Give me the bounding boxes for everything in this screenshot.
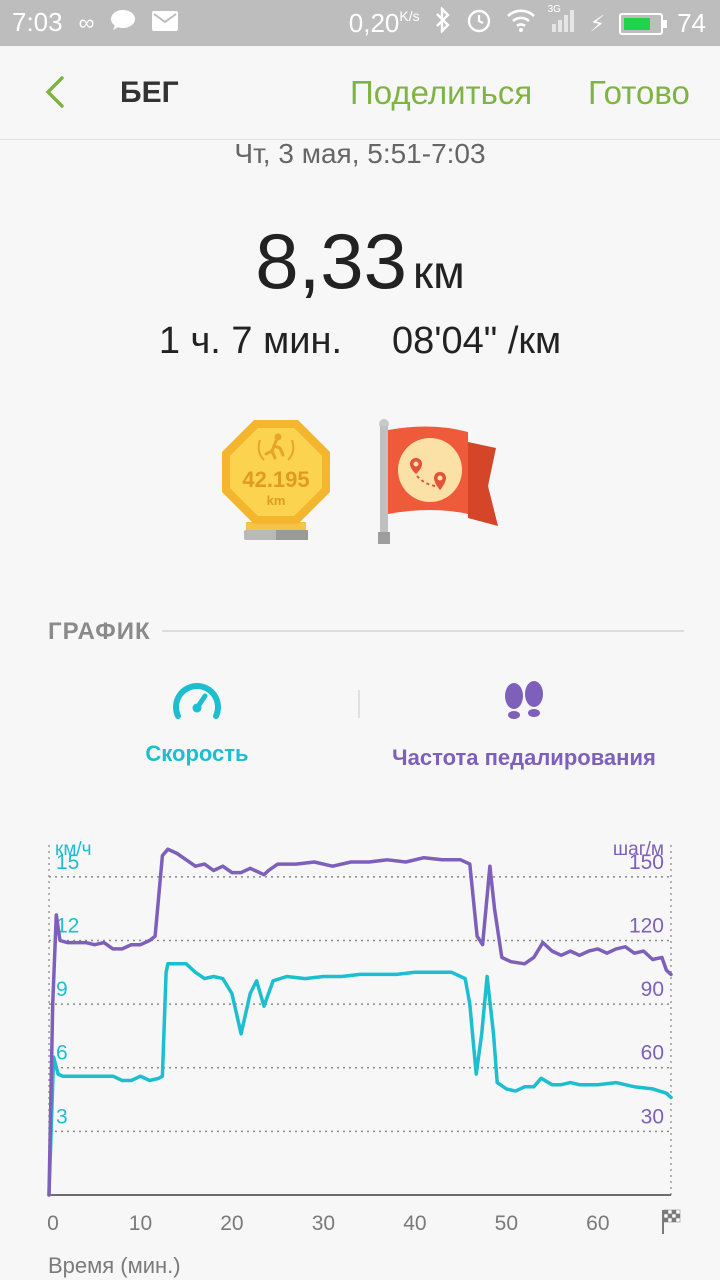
x-tick-label: 60 [586,1212,609,1235]
tab-divider [358,690,360,718]
app-bar: БЕГ Поделиться Готово [0,46,720,140]
cell-signal-icon: 3G [548,4,576,39]
x-tick-label: 10 [129,1212,152,1235]
chevron-left-icon [45,76,64,108]
distance: 8,33 км [0,216,720,307]
battery-level: 74 [677,8,706,38]
page-title: БЕГ [120,76,179,109]
chart-svg: 3691215306090120150км/ч шаг/м0 10 20 30 40 50 6… [47,839,681,1278]
graph-section-label: ГРАФИК [48,618,151,645]
y-left-tick-label: 6 [56,1042,68,1065]
y-left-tick-label: 9 [56,978,68,1001]
speed-series-line [47,962,673,1197]
x-axis-title: Время (мин.) [48,1253,181,1278]
pace: 08'04" /км [392,320,562,362]
alarm-clock-icon [466,7,492,40]
marathon-badge[interactable]: 42.195 km [220,418,332,546]
duration: 1 ч. 7 мин. [158,320,343,362]
finish-flag-icon [662,1209,681,1234]
footprints-icon [505,681,543,719]
share-button[interactable]: Поделиться [350,74,532,112]
status-time: 7:03 [12,7,63,37]
route-flag-badge[interactable] [372,414,502,548]
x-tick-label: 0 [47,1212,59,1235]
x-tick-label: 50 [495,1212,518,1235]
infinity-icon: ∞ [78,9,95,35]
done-button[interactable]: Готово [588,74,690,112]
y-right-tick-label: 120 [629,914,664,937]
network-speed: 0,20K/s [348,8,420,38]
tab-speed[interactable]: Скорость [130,680,264,767]
back-button[interactable] [38,72,78,112]
section-divider [162,630,684,632]
mail-icon [152,7,179,38]
y-left-tick-label: 3 [56,1105,68,1128]
y-right-tick-label: 90 [641,978,664,1001]
battery-icon [619,12,668,35]
tab-speed-label: Скорость [145,741,249,766]
y-right-tick-label: 60 [641,1042,664,1065]
workout-date: Чт, 3 мая, 5:51-7:03 [234,138,486,169]
y-right-tick-label: 30 [641,1105,664,1128]
x-tick-label: 20 [220,1212,243,1235]
tab-cadence[interactable]: Частота педалирования [374,680,674,771]
x-tick-label: 30 [312,1212,335,1235]
status-bar: 7:03 ∞ 0,20K/s 3G ⚡ 74 [0,0,720,46]
charging-icon: ⚡ [589,10,606,36]
bluetooth-icon [434,6,452,40]
tab-cadence-label: Частота педалирования [392,745,656,770]
x-tick-label: 40 [403,1212,426,1235]
workout-chart: 3 6 9 12 15 30 60 90 120 150 км/ч шаг/м 0 10 20 30 40 50 6… [0,830,720,1280]
cadence-series-line [47,847,673,1197]
y-right-axis-title: шаг/м [613,839,664,860]
y-left-axis-title: км/ч [55,839,92,860]
distance-value: 8,33 [255,217,408,305]
distance-unit: км [413,246,465,298]
wifi-icon [506,8,536,39]
marathon-unit: km [267,493,286,508]
marathon-value: 42.195 [242,467,309,492]
metrics-row: 1 ч. 7 мин. 08'04" /км [0,320,720,363]
speedometer-icon [173,683,221,719]
chat-bubble-icon [110,7,136,38]
